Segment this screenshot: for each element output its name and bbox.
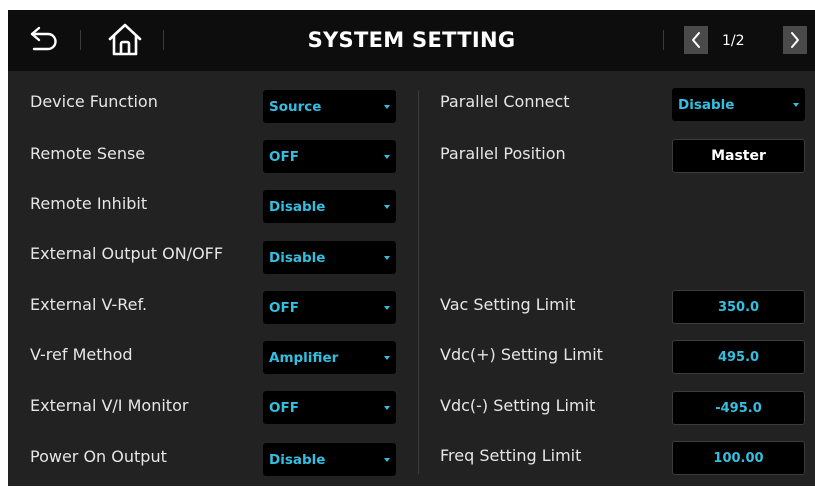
dropdown-value: OFF: [269, 300, 299, 316]
dropdown-arrow-icon: [384, 256, 390, 260]
page-indicator: 1/2: [722, 33, 745, 49]
vref-method-dropdown[interactable]: Amplifier: [263, 341, 396, 374]
vdc-minus-limit-label: Vdc(-) Setting Limit: [440, 396, 596, 415]
vdc-minus-limit-input[interactable]: -495.0: [672, 391, 805, 425]
dropdown-value: OFF: [269, 400, 299, 416]
dropdown-value: Disable: [269, 199, 326, 215]
external-vi-monitor-label: External V/I Monitor: [30, 396, 189, 415]
dropdown-value: Source: [269, 99, 322, 115]
external-vref-label: External V-Ref.: [30, 295, 148, 314]
dropdown-arrow-icon: [793, 103, 799, 107]
prev-page-button[interactable]: [684, 26, 708, 54]
freq-limit-input[interactable]: 100.00: [672, 441, 805, 475]
top-bar: SYSTEM SETTING 1/2: [8, 10, 815, 71]
parallel-position-label: Parallel Position: [440, 144, 566, 163]
system-setting-screen: SYSTEM SETTING 1/2 Device Function Sourc…: [8, 10, 815, 486]
power-on-output-label: Power On Output: [30, 447, 167, 466]
power-on-output-dropdown[interactable]: Disable: [263, 443, 396, 476]
vac-limit-label: Vac Setting Limit: [440, 295, 576, 314]
dropdown-arrow-icon: [384, 205, 390, 209]
remote-sense-dropdown[interactable]: OFF: [263, 140, 396, 173]
vdc-plus-limit-label: Vdc(+) Setting Limit: [440, 345, 603, 364]
chevron-right-icon: [791, 32, 799, 48]
external-output-dropdown[interactable]: Disable: [263, 241, 396, 274]
dropdown-arrow-icon: [384, 105, 390, 109]
dropdown-arrow-icon: [384, 356, 390, 360]
column-divider: [418, 90, 419, 474]
parallel-connect-dropdown[interactable]: Disable: [672, 88, 805, 121]
vdc-plus-limit-input[interactable]: 495.0: [672, 340, 805, 374]
parallel-position-field[interactable]: Master: [672, 139, 805, 173]
dropdown-arrow-icon: [384, 306, 390, 310]
freq-limit-label: Freq Setting Limit: [440, 446, 582, 465]
remote-inhibit-dropdown[interactable]: Disable: [263, 190, 396, 223]
dropdown-arrow-icon: [384, 406, 390, 410]
dropdown-value: Disable: [269, 452, 326, 468]
header-divider: [663, 30, 664, 50]
external-vi-monitor-dropdown[interactable]: OFF: [263, 391, 396, 424]
device-function-label: Device Function: [30, 92, 158, 111]
external-output-label: External Output ON/OFF: [30, 244, 224, 263]
parallel-connect-label: Parallel Connect: [440, 92, 570, 111]
dropdown-value: Disable: [678, 97, 735, 113]
chevron-left-icon: [692, 32, 700, 48]
dropdown-value: Disable: [269, 250, 326, 266]
dropdown-arrow-icon: [384, 155, 390, 159]
external-vref-dropdown[interactable]: OFF: [263, 291, 396, 324]
dropdown-arrow-icon: [384, 458, 390, 462]
vac-limit-input[interactable]: 350.0: [672, 290, 805, 324]
next-page-button[interactable]: [783, 26, 807, 54]
vref-method-label: V-ref Method: [30, 345, 133, 364]
remote-sense-label: Remote Sense: [30, 144, 146, 163]
remote-inhibit-label: Remote Inhibit: [30, 194, 148, 213]
device-function-dropdown[interactable]: Source: [263, 90, 396, 123]
dropdown-value: OFF: [269, 149, 299, 165]
dropdown-value: Amplifier: [269, 350, 339, 366]
